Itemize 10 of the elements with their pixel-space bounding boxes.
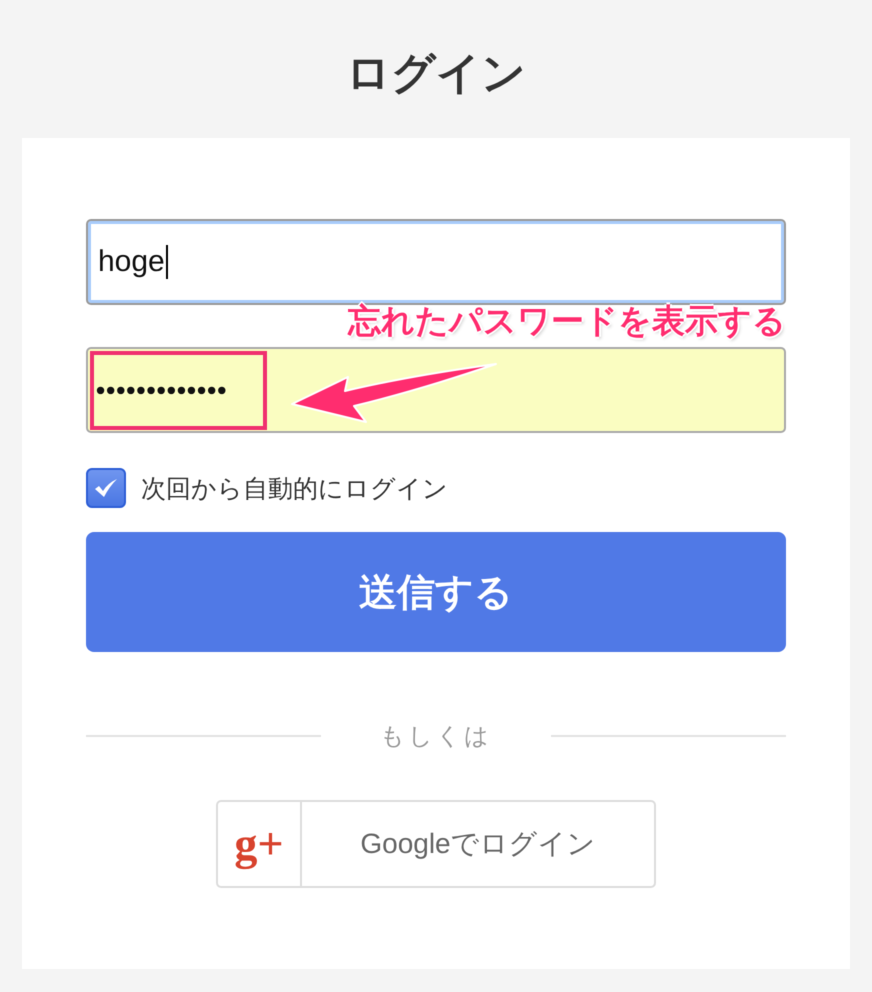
checkmark-icon [94,478,118,498]
remember-label[interactable]: 次回から自動的にログイン [141,472,448,504]
g-plus-icon: g+ [234,819,284,869]
google-login-button[interactable]: g+ Googleでログイン [216,800,656,888]
submit-button[interactable]: 送信する [86,532,786,652]
text-cursor-icon [166,245,168,279]
remember-checkbox[interactable] [86,468,126,508]
page-title: ログイン [346,48,526,100]
separator-text: もしくは [379,722,493,752]
password-field[interactable]: ••••••••••••• [86,347,786,433]
